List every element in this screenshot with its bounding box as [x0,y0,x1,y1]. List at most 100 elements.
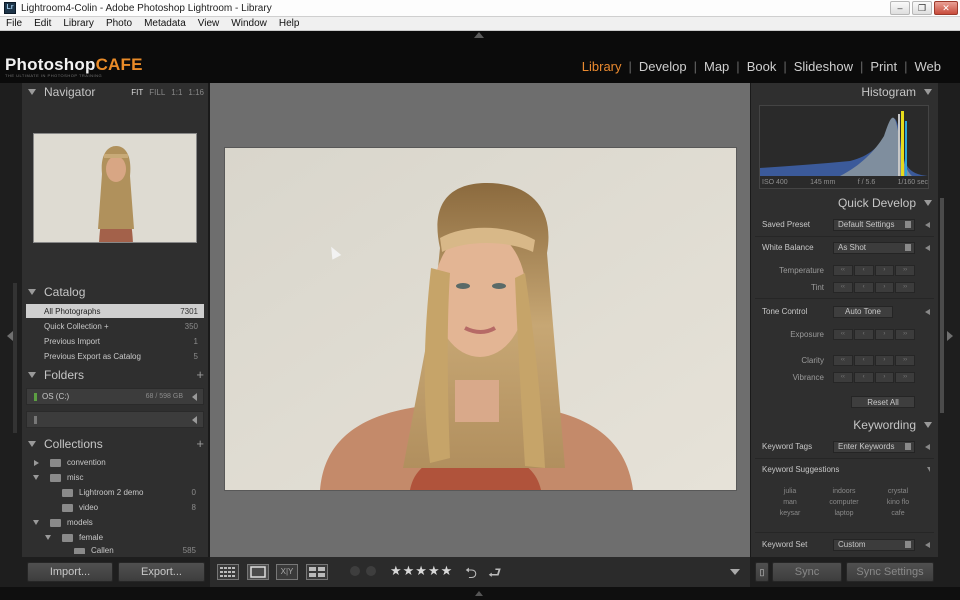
catalog-item-previous-import[interactable]: Previous Import 1 [26,334,204,348]
keyword-suggestion[interactable]: crystal [871,488,925,495]
collection-set-female[interactable]: female [26,530,204,545]
menu-view[interactable]: View [192,18,226,29]
sync-settings-button[interactable]: Sync Settings [846,562,934,582]
menu-library[interactable]: Library [57,18,100,29]
module-slideshow[interactable]: Slideshow [787,59,860,74]
flag-pick-icon[interactable] [350,566,360,576]
collection-video[interactable]: video 8 [26,500,204,515]
collapse-right-panel-arrow[interactable] [947,331,953,341]
main-photo[interactable] [225,148,736,490]
folder-volume-2[interactable] [26,411,204,428]
expand-row-icon[interactable] [925,541,930,548]
vibrance-stepper[interactable]: ‹‹ ‹ › ›› [833,372,915,383]
expand-triangle-icon[interactable] [34,459,39,466]
keyword-tags-select[interactable]: Enter Keywords [833,440,915,453]
volume-expand-icon[interactable] [192,392,197,401]
module-library[interactable]: Library [575,59,629,74]
menu-metadata[interactable]: Metadata [138,18,192,29]
exposure-stepper[interactable]: ‹‹ ‹ › ›› [833,329,915,340]
folder-volume-os[interactable]: OS (C:) 68 / 598 GB [26,388,204,405]
collapse-triangle-icon[interactable] [33,475,39,480]
menu-file[interactable]: File [0,18,28,29]
close-button[interactable]: ✕ [934,1,958,15]
rotate-right-icon[interactable]: ⮐ [488,563,502,588]
keyword-set-select[interactable]: Custom [833,538,915,551]
sync-button[interactable]: Sync [772,562,842,582]
catalog-item-all-photographs[interactable]: All Photographs 7301 [26,304,204,318]
export-button[interactable]: Export... [118,562,205,582]
white-balance-select[interactable]: As Shot [833,241,915,254]
menu-edit[interactable]: Edit [28,18,57,29]
collapse-top-panel-arrow[interactable] [474,32,484,38]
grid-view-icon[interactable] [217,564,239,580]
collapse-left-panel-arrow[interactable] [7,331,13,341]
keyword-suggestion[interactable]: computer [817,499,871,506]
navigator-thumbnail[interactable] [33,133,197,243]
left-scrollbar[interactable] [13,283,17,433]
collection-set-models[interactable]: models [26,515,204,530]
maximize-button[interactable]: ❐ [912,1,932,15]
right-scrollbar[interactable] [940,198,944,413]
keyword-suggestion[interactable]: laptop [817,510,871,517]
keyword-suggestion[interactable]: cafe [871,510,925,517]
survey-view-icon[interactable] [306,564,328,580]
folders-header[interactable]: Folders + [22,366,208,384]
keyword-suggestion[interactable]: man [763,499,817,506]
collapse-triangle-icon[interactable] [45,535,51,540]
tint-stepper[interactable]: ‹‹ ‹ › ›› [833,282,915,293]
saved-preset-select[interactable]: Default Settings [833,218,915,231]
collection-set-convention[interactable]: convention [26,455,204,470]
module-map[interactable]: Map [697,59,736,74]
auto-tone-button[interactable]: Auto Tone [833,305,893,318]
star-rating[interactable]: ★★★★★ [390,563,453,579]
keyword-suggestion[interactable]: keysar [763,510,817,517]
expand-row-icon[interactable] [925,443,930,450]
module-print[interactable]: Print [863,59,904,74]
flag-reject-icon[interactable] [366,566,376,576]
module-book[interactable]: Book [740,59,784,74]
module-develop[interactable]: Develop [632,59,694,74]
navigator-header[interactable]: Navigator FIT FILL 1:1 1:16 [22,83,208,101]
collapse-row-icon[interactable] [927,467,930,472]
menu-window[interactable]: Window [225,18,273,29]
nav-opt-fit[interactable]: FIT [131,88,143,97]
sync-toggle-icon[interactable]: ▯ [755,562,769,582]
nav-opt-fill[interactable]: FILL [149,88,165,97]
collection-set-misc[interactable]: misc [26,470,204,485]
add-folder-icon[interactable]: + [196,367,204,382]
rotate-left-icon[interactable]: ⮌ [465,563,477,588]
catalog-item-previous-export[interactable]: Previous Export as Catalog 5 [26,349,204,363]
expand-filmstrip-arrow[interactable] [475,591,483,596]
import-button[interactable]: Import... [27,562,113,582]
collections-header[interactable]: Collections + [22,435,208,453]
compare-view-icon[interactable]: X|Y [276,564,298,580]
keyword-suggestion[interactable]: indoors [817,488,871,495]
clarity-stepper[interactable]: ‹‹ ‹ › ›› [833,355,915,366]
reset-all-button[interactable]: Reset All [851,396,915,408]
expand-row-icon[interactable] [925,244,930,251]
quick-develop-header[interactable]: Quick Develop [751,194,938,212]
expand-row-icon[interactable] [925,308,930,315]
catalog-item-quick-collection[interactable]: Quick Collection + 350 [26,319,204,333]
loupe-view-icon[interactable] [247,564,269,580]
module-web[interactable]: Web [908,59,949,74]
collection-callen[interactable]: Callen 585 [26,545,204,554]
add-collection-icon[interactable]: + [196,436,204,451]
keyword-suggestion[interactable]: kino flo [871,499,925,506]
nav-opt-1-16[interactable]: 1:16 [188,88,204,97]
volume-expand-icon[interactable] [192,415,197,424]
histogram-graph[interactable]: ISO 400 145 mm f / 5.6 1/160 sec [759,105,929,189]
minimize-button[interactable]: – [890,1,910,15]
toolbar-options-icon[interactable] [730,569,740,575]
expand-row-icon[interactable] [925,221,930,228]
collapse-triangle-icon[interactable] [33,520,39,525]
collection-lightroom-2-demo[interactable]: Lightroom 2 demo 0 [26,485,204,500]
histogram-header[interactable]: Histogram [751,83,938,101]
catalog-header[interactable]: Catalog [22,283,208,301]
keyword-suggestion[interactable]: julia [763,488,817,495]
temperature-stepper[interactable]: ‹‹ ‹ › ›› [833,265,915,276]
keywording-header[interactable]: Keywording [751,416,938,434]
nav-opt-1-1[interactable]: 1:1 [171,88,182,97]
menu-photo[interactable]: Photo [100,18,138,29]
menu-help[interactable]: Help [273,18,306,29]
